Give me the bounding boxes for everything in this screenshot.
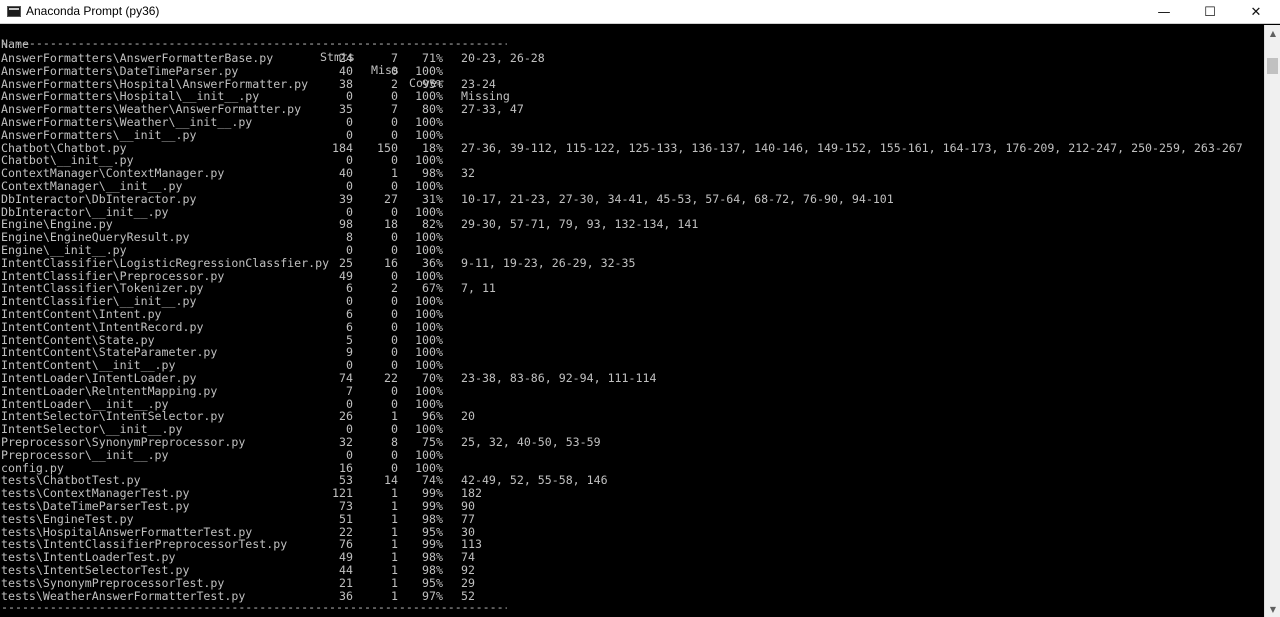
vertical-scrollbar[interactable]: ▲ ▼ [1264, 25, 1280, 617]
cover-value: 100% [415, 447, 443, 462]
coverage-row: IntentLoader\RelntentMapping.py 7 0 100% [0, 383, 1264, 398]
minimize-button[interactable]: — [1141, 0, 1187, 24]
coverage-row: IntentContent\IntentRecord.py 6 0 100% [0, 319, 1264, 334]
coverage-row: tests\EngineTest.py 51 1 98% 77 [0, 511, 1264, 526]
coverage-row: Engine\Engine.py 98 18 82% 29-30, 57-71, 79,… [0, 218, 1264, 231]
coverage-row: config.py 16 0 100% [0, 461, 1264, 475]
coverage-row: AnswerFormatters\DateTimeParser.py 40 0 100… [0, 63, 1264, 78]
missing-lines: 9-11, 19-23, 26-29, 32-35 [461, 255, 636, 270]
missing-lines: 23-24 [461, 76, 496, 91]
console-output[interactable]: Name Stmts Miss Cover Missing ----------… [0, 25, 1264, 617]
missing-lines: 29-30, 57-71, 79, 93, 132-134, 141 [461, 217, 699, 232]
coverage-row: IntentSelector\IntentSelector.py 26 1 96% 20 [0, 410, 1264, 423]
missing-lines: 23-38, 83-86, 92-94, 111-114 [461, 371, 657, 385]
cover-value: 31% [422, 191, 443, 206]
coverage-row: AnswerFormatters\__init__.py 0 0 100% [0, 127, 1264, 142]
separator-line-top: ----------------------------------------… [1, 37, 507, 50]
missing-lines: 7, 11 [461, 281, 496, 296]
missing-lines: 27-33, 47 [461, 102, 524, 117]
missing-lines: 42-49, 52, 55-58, 146 [461, 473, 608, 488]
scrollbar-thumb[interactable] [1267, 58, 1278, 74]
missing-lines: 32 [461, 166, 475, 181]
coverage-row: Preprocessor\__init__.py 0 0 100% [0, 447, 1264, 462]
scroll-down-arrow-icon[interactable]: ▼ [1265, 601, 1280, 617]
coverage-row: IntentClassifier\LogisticRegressionClass… [0, 255, 1264, 270]
close-button[interactable]: ✕ [1233, 0, 1279, 24]
missing-lines: 77 [461, 511, 475, 526]
coverage-row: IntentClassifier\__init__.py 0 0 100% [0, 295, 1264, 308]
coverage-row: tests\ContextManagerTest.py 121 1 99% 182 [0, 487, 1264, 500]
cover-value: 100% [415, 383, 443, 398]
scroll-up-arrow-icon[interactable]: ▲ [1265, 25, 1280, 41]
coverage-row: Engine\EngineQueryResult.py 8 0 100% [0, 231, 1264, 244]
missing-lines: 20-23, 26-28 [461, 51, 545, 65]
coverage-row: tests\IntentLoaderTest.py 49 1 98% 74 [0, 551, 1264, 564]
coverage-row: DbInteractor\DbInteractor.py 39 27 31% 10-17… [0, 191, 1264, 206]
coverage-row: tests\IntentClassifierPreprocessorTest.p… [0, 538, 1264, 551]
window-title: Anaconda Prompt (py36) [26, 4, 160, 18]
cover-value: 100% [415, 127, 443, 142]
title-bar[interactable]: Anaconda Prompt (py36) — ☐ ✕ [0, 0, 1280, 24]
cover-value: 100% [415, 319, 443, 334]
missing-lines: 20 [461, 409, 475, 424]
missing-lines: 10-17, 21-23, 27-30, 34-41, 45-53, 57-64… [461, 191, 894, 206]
missing-lines: 25, 32, 40-50, 53-59 [461, 435, 601, 449]
coverage-row: tests\DateTimeParserTest.py 73 1 99% 90 [0, 500, 1264, 513]
coverage-row: tests\ChatbotTest.py 53 14 74% 42-49, 52, 55… [0, 474, 1264, 487]
coverage-row: Preprocessor\SynonymPreprocessor.py 32 8 75… [0, 436, 1264, 449]
coverage-row: IntentContent\StateParameter.py 9 0 100% [0, 346, 1264, 359]
missing-lines: 27-36, 39-112, 115-122, 125-133, 136-137… [461, 140, 1243, 155]
maximize-button[interactable]: ☐ [1187, 0, 1233, 24]
coverage-row: Chatbot\Chatbot.py 184 150 18% 27-36, 39-112… [0, 140, 1264, 155]
cover-value: 100% [415, 63, 443, 78]
missing-lines: 29 [461, 575, 475, 590]
cover-value: 36% [422, 255, 443, 270]
cover-value: 98% [422, 511, 443, 526]
coverage-row: ContextManager\ContextManager.py 40 1 98% 32 [0, 167, 1264, 180]
console-icon [7, 6, 21, 17]
separator-line-bottom: ----------------------------------------… [1, 601, 507, 614]
coverage-row: tests\SynonymPreprocessorTest.py 21 1 95% 29 [0, 575, 1264, 590]
cover-value: 95% [422, 575, 443, 590]
